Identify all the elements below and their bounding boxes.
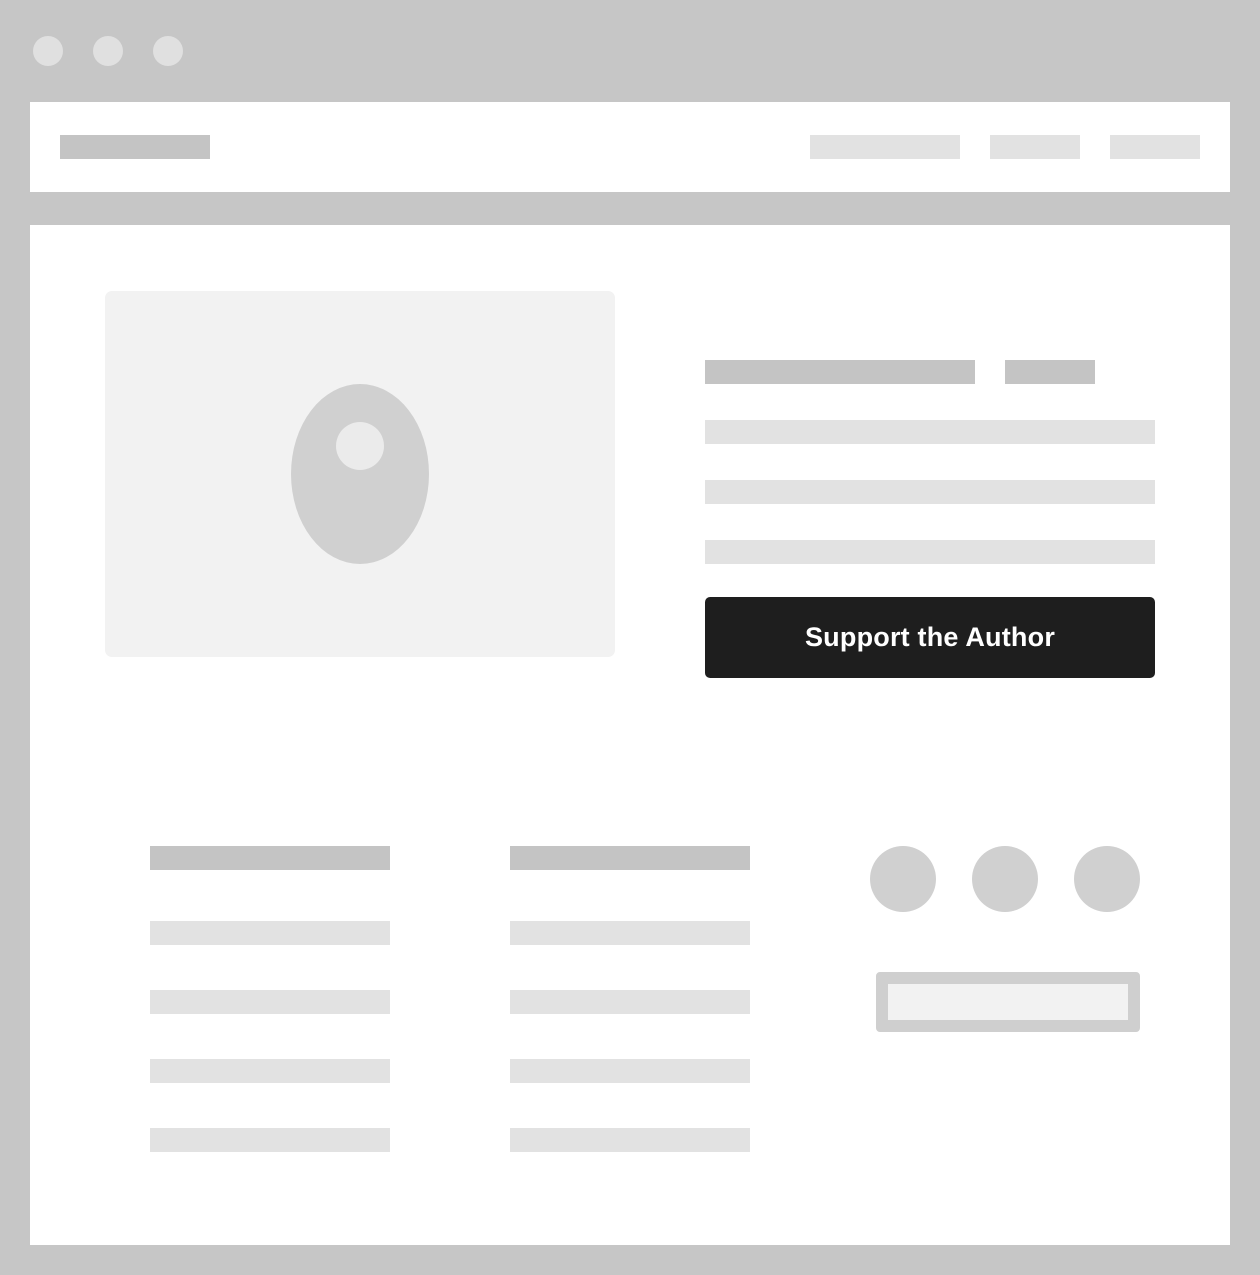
hero-tag-placeholder xyxy=(1005,360,1095,384)
window-minimize-dot[interactable] xyxy=(93,36,123,66)
footer-col1-link-4[interactable] xyxy=(150,1128,390,1152)
footer-col1-link-3[interactable] xyxy=(150,1059,390,1083)
window-close-dot[interactable] xyxy=(33,36,63,66)
hero-text-line-3 xyxy=(705,540,1155,564)
social-icon-2[interactable] xyxy=(972,846,1038,912)
footer-col2-link-1[interactable] xyxy=(510,921,750,945)
footer-col1-heading xyxy=(150,846,390,870)
site-logo-placeholder[interactable] xyxy=(60,135,210,159)
nav-link-placeholder-1[interactable] xyxy=(810,135,960,159)
footer-col1-link-1[interactable] xyxy=(150,921,390,945)
footer-col2-link-2[interactable] xyxy=(510,990,750,1014)
hero-title-placeholder xyxy=(705,360,975,384)
hero-text-line-1 xyxy=(705,420,1155,444)
subscribe-input[interactable] xyxy=(876,972,1140,1032)
hero-image-placeholder xyxy=(105,291,615,657)
support-author-button[interactable]: Support the Author xyxy=(705,597,1155,678)
footer-col2-heading xyxy=(510,846,750,870)
image-placeholder-icon xyxy=(291,384,429,564)
nav-link-placeholder-2[interactable] xyxy=(990,135,1080,159)
footer-col2-link-3[interactable] xyxy=(510,1059,750,1083)
page-content: Support the Author xyxy=(30,225,1230,1245)
social-icon-3[interactable] xyxy=(1074,846,1140,912)
footer-col1-link-2[interactable] xyxy=(150,990,390,1014)
hero-text-line-2 xyxy=(705,480,1155,504)
social-icon-1[interactable] xyxy=(870,846,936,912)
window-maximize-dot[interactable] xyxy=(153,36,183,66)
footer-col2-link-4[interactable] xyxy=(510,1128,750,1152)
nav-link-placeholder-3[interactable] xyxy=(1110,135,1200,159)
browser-window: Support the Author xyxy=(0,0,1260,1275)
site-header xyxy=(30,102,1230,192)
